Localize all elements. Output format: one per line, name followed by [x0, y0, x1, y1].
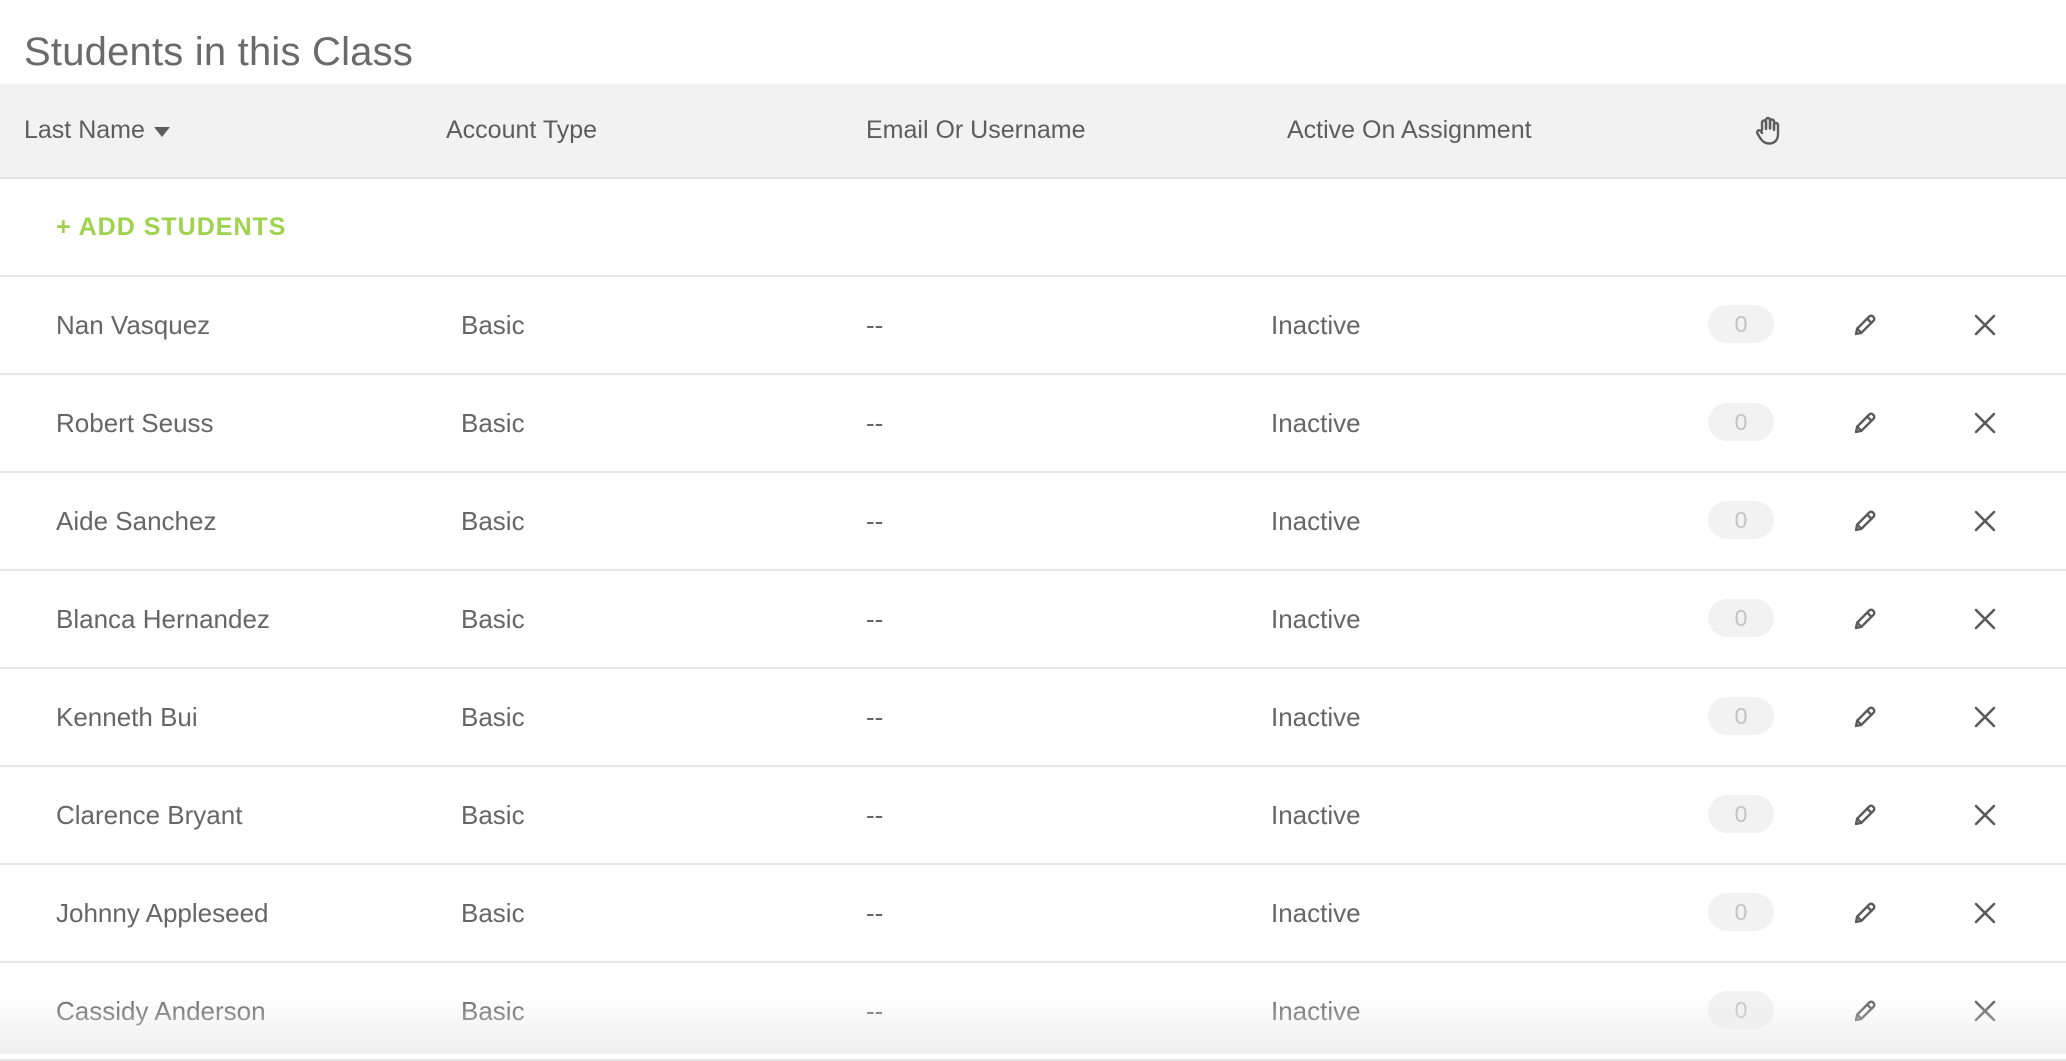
assignment-status: Inactive — [1271, 603, 1361, 634]
hand-raise-count-badge: 0 — [1708, 795, 1774, 833]
remove-student-button[interactable] — [1967, 307, 2003, 343]
add-students-button[interactable]: + ADD STUDENTS — [56, 179, 286, 275]
student-name: Aide Sanchez — [56, 505, 217, 536]
edit-student-button[interactable] — [1847, 601, 1883, 637]
student-name: Cassidy Anderson — [56, 995, 266, 1026]
edit-student-button[interactable] — [1847, 503, 1883, 539]
assignment-status: Inactive — [1271, 897, 1361, 928]
add-students-row: + ADD STUDENTS — [0, 179, 2066, 277]
assignment-status: Inactive — [1271, 799, 1361, 830]
close-icon — [1972, 508, 1998, 534]
pencil-icon — [1852, 606, 1878, 632]
email-or-username: -- — [866, 799, 884, 830]
close-icon — [1972, 606, 1998, 632]
account-type: Basic — [461, 603, 525, 634]
page-title: Students in this Class — [24, 30, 414, 74]
email-or-username: -- — [866, 897, 884, 928]
edit-student-button[interactable] — [1847, 699, 1883, 735]
pencil-icon — [1852, 508, 1878, 534]
student-name: Nan Vasquez — [56, 309, 211, 340]
assignment-status: Inactive — [1271, 407, 1361, 438]
remove-student-button[interactable] — [1967, 993, 2003, 1029]
email-or-username: -- — [866, 603, 884, 634]
email-or-username: -- — [866, 407, 884, 438]
assignment-status: Inactive — [1271, 505, 1361, 536]
account-type: Basic — [461, 701, 525, 732]
account-type: Basic — [461, 309, 525, 340]
remove-student-button[interactable] — [1967, 601, 2003, 637]
edit-student-button[interactable] — [1847, 993, 1883, 1029]
column-header-last-name[interactable]: Last Name — [24, 84, 170, 177]
remove-student-button[interactable] — [1967, 405, 2003, 441]
column-header-account-type: Account Type — [446, 116, 598, 144]
close-icon — [1972, 802, 1998, 828]
email-or-username: -- — [866, 505, 884, 536]
hand-raise-icon — [1754, 84, 1782, 177]
pencil-icon — [1852, 312, 1878, 338]
edit-student-button[interactable] — [1847, 405, 1883, 441]
close-icon — [1972, 410, 1998, 436]
email-or-username: -- — [866, 309, 884, 340]
table-row: Clarence Bryant Basic -- Inactive 0 — [0, 767, 2066, 865]
account-type: Basic — [461, 799, 525, 830]
account-type: Basic — [461, 407, 525, 438]
pencil-icon — [1852, 900, 1878, 926]
remove-student-button[interactable] — [1967, 895, 2003, 931]
close-icon — [1972, 998, 1998, 1024]
assignment-status: Inactive — [1271, 701, 1361, 732]
account-type: Basic — [461, 897, 525, 928]
hand-raise-count-badge: 0 — [1708, 305, 1774, 343]
hand-raise-count-badge: 0 — [1708, 403, 1774, 441]
hand-raise-count-badge: 0 — [1708, 501, 1774, 539]
edit-student-button[interactable] — [1847, 797, 1883, 833]
pencil-icon — [1852, 998, 1878, 1024]
column-header-email-or-username: Email Or Username — [866, 116, 1086, 144]
hand-raise-count-badge: 0 — [1708, 991, 1774, 1029]
account-type: Basic — [461, 995, 525, 1026]
pencil-icon — [1852, 704, 1878, 730]
caret-down-icon — [153, 126, 170, 137]
account-type: Basic — [461, 505, 525, 536]
assignment-status: Inactive — [1271, 309, 1361, 340]
hand-raise-count-badge: 0 — [1708, 893, 1774, 931]
table-row: Nan Vasquez Basic -- Inactive 0 — [0, 277, 2066, 375]
email-or-username: -- — [866, 995, 884, 1026]
table-row: Cassidy Anderson Basic -- Inactive 0 — [0, 963, 2066, 1061]
table-row: Kenneth Bui Basic -- Inactive 0 — [0, 669, 2066, 767]
student-name: Robert Seuss — [56, 407, 214, 438]
table-header: Last Name Account Type Email Or Username… — [0, 84, 2066, 179]
table-row: Blanca Hernandez Basic -- Inactive 0 — [0, 571, 2066, 669]
remove-student-button[interactable] — [1967, 699, 2003, 735]
column-header-active-on-assignment: Active On Assignment — [1287, 116, 1532, 144]
student-name: Blanca Hernandez — [56, 603, 270, 634]
pencil-icon — [1852, 410, 1878, 436]
edit-student-button[interactable] — [1847, 895, 1883, 931]
pencil-icon — [1852, 802, 1878, 828]
table-row: Aide Sanchez Basic -- Inactive 0 — [0, 473, 2066, 571]
table-row: Robert Seuss Basic -- Inactive 0 — [0, 375, 2066, 473]
remove-student-button[interactable] — [1967, 503, 2003, 539]
student-name: Clarence Bryant — [56, 799, 243, 830]
student-list: Nan Vasquez Basic -- Inactive 0 Robert Seuss B… — [0, 277, 2066, 1061]
hand-raise-count-badge: 0 — [1708, 697, 1774, 735]
remove-student-button[interactable] — [1967, 797, 2003, 833]
hand-raise-count-badge: 0 — [1708, 599, 1774, 637]
table-row: Johnny Appleseed Basic -- Inactive 0 — [0, 865, 2066, 963]
close-icon — [1972, 312, 1998, 338]
column-header-last-name-label: Last Name — [24, 116, 145, 144]
student-name: Kenneth Bui — [56, 701, 198, 732]
close-icon — [1972, 704, 1998, 730]
assignment-status: Inactive — [1271, 995, 1361, 1026]
edit-student-button[interactable] — [1847, 307, 1883, 343]
close-icon — [1972, 900, 1998, 926]
email-or-username: -- — [866, 701, 884, 732]
student-name: Johnny Appleseed — [56, 897, 269, 928]
